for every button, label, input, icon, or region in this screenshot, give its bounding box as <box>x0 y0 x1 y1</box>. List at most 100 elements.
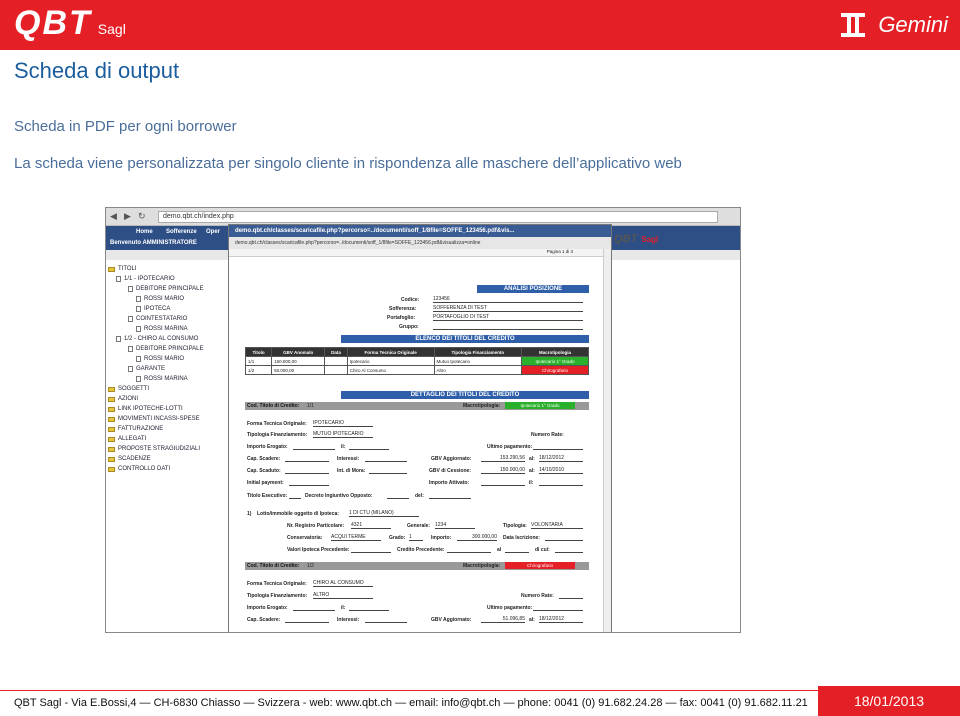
tree-item[interactable]: 1/2 - CHIRO AL CONSUMO <box>116 336 198 342</box>
brand-suffix: Sagl <box>97 21 126 37</box>
tree-item[interactable]: FATTURAZIONE <box>108 426 163 432</box>
tree-item[interactable]: 1/1 - IPOTECARIO <box>116 276 175 282</box>
tree-item[interactable]: LINK IPOTECHE-LOTTI <box>108 406 183 412</box>
gbv-agg2-label: GBV Aggiornato: <box>431 617 472 623</box>
tree-item[interactable]: SOGGETTI <box>108 386 149 392</box>
imp-erog-label: Importo Erogato: <box>247 444 288 450</box>
sofferenza-label: Sofferenza: <box>389 306 417 312</box>
tree-item[interactable]: IPOTECA <box>136 306 170 312</box>
tipologia-value: VOLONTARIA <box>531 522 583 529</box>
conserv-value: ACQUI TERME <box>331 534 381 541</box>
forma2-value: CHIRO AL CONSUMO <box>313 580 373 587</box>
interessi-label: Interessi: <box>337 456 360 462</box>
forward-icon[interactable]: ▶ <box>124 211 131 222</box>
tree-item[interactable]: MOVIMENTI INCASSI-SPESE <box>108 416 200 422</box>
document-icon <box>128 366 133 372</box>
gemini-logo: Gemini <box>838 10 948 40</box>
table-header: Forma Tecnica Originale <box>346 347 435 357</box>
pdf-window: demo.qbt.ch/classes/scaricafile.php?perc… <box>228 224 612 632</box>
lotto-value: 1 DI CTU (MILANO) <box>349 510 419 517</box>
band-elenco: ELENCO DEI TITOLI DEL CREDITO <box>341 335 589 343</box>
app-logo-text: QBT <box>614 233 638 245</box>
footer-contact: QBT Sagl - Via E.Bossi,4 — CH-6830 Chias… <box>14 697 808 709</box>
grado-value: 1 <box>409 534 423 541</box>
tipfin2-label: Tipologia Finanziamento: <box>247 593 308 599</box>
address-bar[interactable]: demo.qbt.ch/index.php <box>158 211 718 223</box>
cap-scad3-value <box>285 616 329 623</box>
ultimo-pag-value <box>533 443 583 450</box>
subtitle-2: La scheda viene personalizzata per singo… <box>14 155 682 172</box>
table-cell: Ipotecario <box>346 356 435 366</box>
table-row: 1/2 50.000,00 Chiro Al Consumo Altro Chi… <box>244 365 589 375</box>
nav-tab-home[interactable]: Home <box>136 229 153 235</box>
tree-item[interactable]: DEBITORE PRINCIPALE <box>128 346 203 352</box>
table-cell: 1/1 <box>244 356 273 366</box>
tree-item[interactable]: GARANTE <box>128 366 165 372</box>
app-logo-suffix: Sagl <box>641 235 659 244</box>
tree-item[interactable]: SCADENZE <box>108 456 151 462</box>
di-cui-label: di cui: <box>535 547 550 553</box>
tree-item[interactable]: ROSSI MARIO <box>136 296 184 302</box>
macro-value: Ipotecario 1° Grado <box>505 402 575 409</box>
il-label-2: il: <box>529 480 534 486</box>
document-icon <box>128 346 133 352</box>
pdf-scrollbar[interactable] <box>603 249 611 632</box>
data-iscr-value <box>545 534 583 541</box>
imp-erog-value <box>293 443 335 450</box>
il3-value <box>349 604 389 611</box>
table-header: Data <box>324 347 348 357</box>
forma-label: Forma Tecnica Originale: <box>247 421 307 427</box>
interessi2-label: Interessi: <box>337 617 360 623</box>
conserv-label: Conservatoria: <box>287 535 323 541</box>
generale-value: 1234 <box>435 522 475 529</box>
imp-att-label: Importo Attivato: <box>429 480 470 486</box>
numrate2-label: Numero Rate: <box>521 593 554 599</box>
codice-value: 123456 <box>433 296 583 303</box>
tree-item[interactable]: CONTROLLO DATI <box>108 466 170 472</box>
al4-label: al: <box>529 617 535 623</box>
del-label: del: <box>415 493 424 499</box>
il2-value <box>539 479 583 486</box>
portafoglio-value: PORTAFOGLIO DI TEST <box>433 314 583 321</box>
al3-value <box>505 546 529 553</box>
tree-item[interactable]: TITOLI <box>108 266 137 272</box>
decreto-value <box>387 492 409 499</box>
document-icon <box>128 316 133 322</box>
macro2-label: Macrotipologia: <box>463 563 501 569</box>
tipfin2-value: ALTRO <box>313 592 373 599</box>
tree-item[interactable]: PROPOSTE STRAGIUDIZIALI <box>108 446 200 452</box>
nreg-label: Nr. Registro Particolare: <box>287 523 345 529</box>
nav-tab-sofferenze[interactable]: Sofferenze <box>166 229 197 235</box>
tree-item[interactable]: AZIONI <box>108 396 138 402</box>
cap-scad-label: Cap. Scadere: <box>247 456 281 462</box>
il-label: il: <box>341 444 346 450</box>
table-header-row: Titolo GBV Anomalo Data Forma Tecnica Or… <box>244 347 589 357</box>
ultimo-pag-label: Ultimo pagamento: <box>487 444 533 450</box>
tree-item[interactable]: ROSSI MARINA <box>136 376 188 382</box>
tree-item[interactable]: ROSSI MARINA <box>136 326 188 332</box>
folder-icon <box>108 466 115 472</box>
reload-icon[interactable]: ↻ <box>138 211 146 222</box>
product-name: Gemini <box>878 12 948 37</box>
tree-item[interactable]: COINTESTATARIO <box>128 316 187 322</box>
page-counter: Pagina 1 di 3 <box>546 249 573 254</box>
header-bar: QBT Sagl Gemini <box>0 0 960 50</box>
il3-label: il: <box>341 605 346 611</box>
tree-item[interactable]: ROSSI MARIO <box>136 356 184 362</box>
importo-value: 300.000,00 <box>457 534 497 541</box>
forma-value: IPOTECARIO <box>313 420 373 427</box>
tree-item[interactable]: DEBITORE PRINCIPALE <box>128 286 203 292</box>
folder-icon <box>108 426 115 432</box>
grado-label: Grado: <box>389 535 406 541</box>
document-icon <box>128 286 133 292</box>
tree-item[interactable]: ALLEGATI <box>108 436 146 442</box>
pdf-window-title: demo.qbt.ch/classes/scaricafile.php?perc… <box>229 225 611 237</box>
pdf-url[interactable]: demo.qbt.ch/classes/scaricafile.php?perc… <box>229 237 611 249</box>
decreto-label: Decreto Ingiuntivo Opposto: <box>305 493 373 499</box>
gbv-agg-label: GBV Aggiornato: <box>431 456 472 462</box>
brand-name: QBT <box>14 4 92 42</box>
back-icon[interactable]: ◀ <box>110 211 117 222</box>
footer-date: 18/01/2013 <box>818 686 960 716</box>
nav-tab-oper[interactable]: Oper <box>206 229 220 235</box>
footer-divider <box>0 690 960 691</box>
